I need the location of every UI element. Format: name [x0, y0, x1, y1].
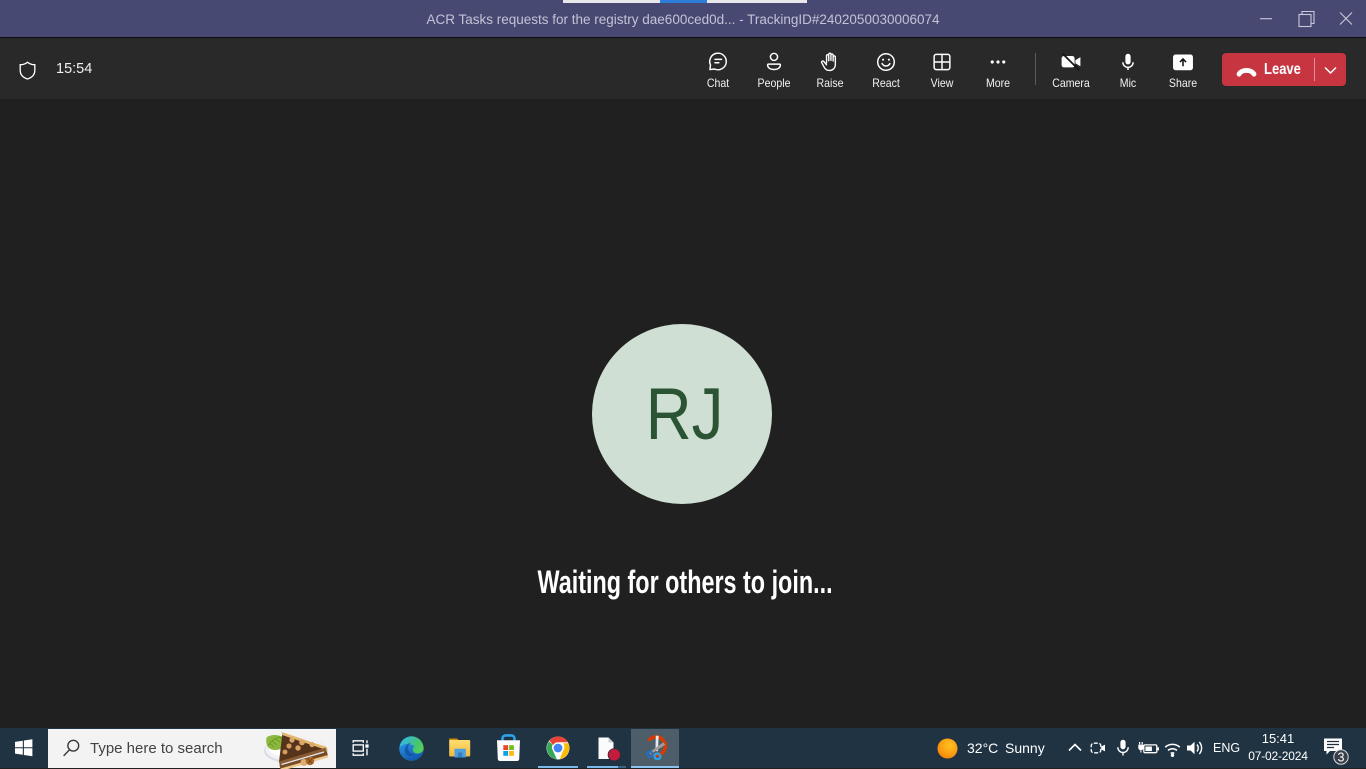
svg-text:3: 3 [1338, 751, 1345, 765]
